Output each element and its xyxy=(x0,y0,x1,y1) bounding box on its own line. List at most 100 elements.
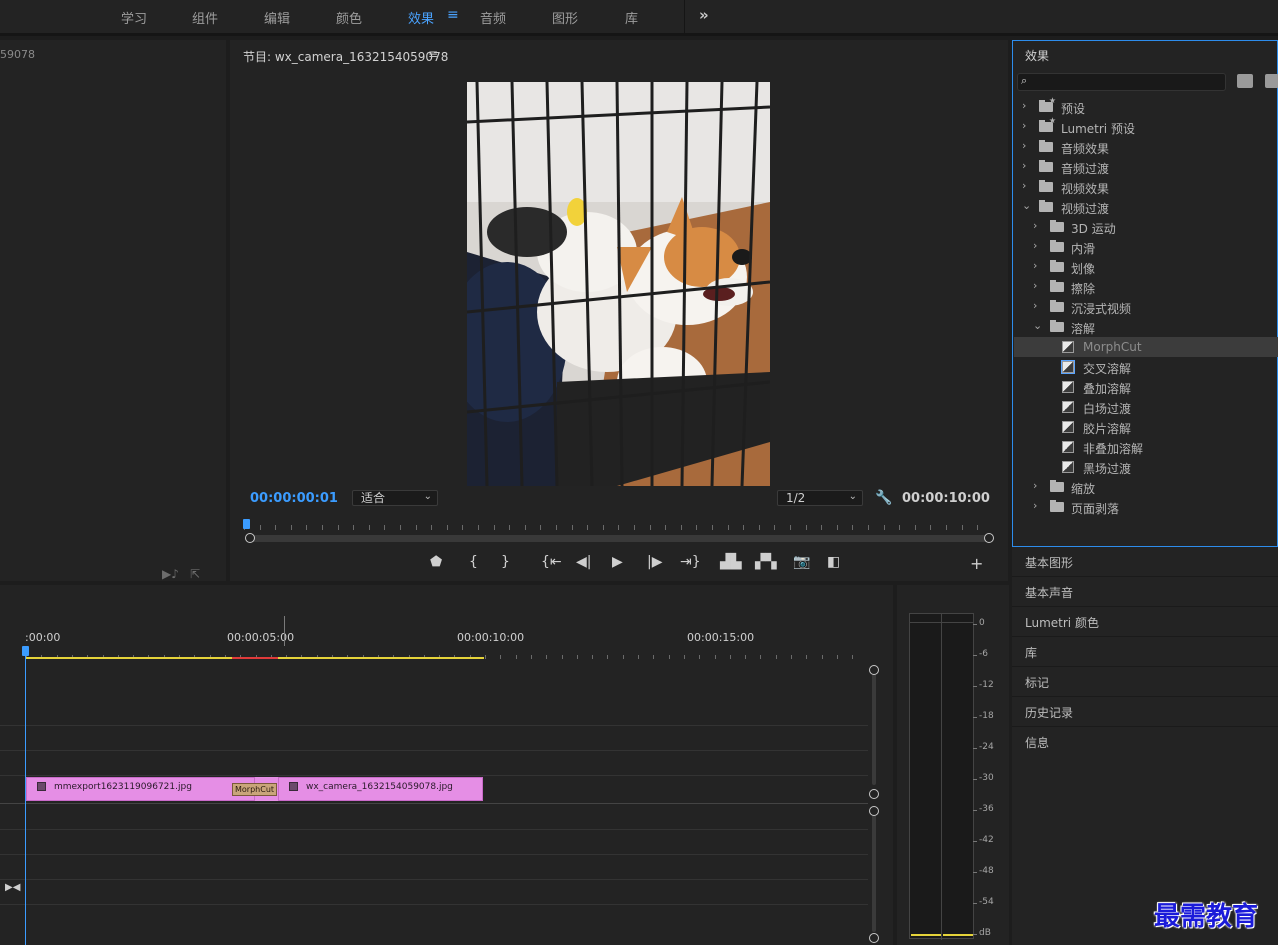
panel-essential-sound[interactable]: 基本声音 xyxy=(1012,577,1278,607)
effects-tree-item[interactable]: 白场过渡 xyxy=(1014,397,1278,417)
step-back-icon[interactable]: ◀| xyxy=(576,554,591,570)
go-to-out-icon[interactable]: ⇥} xyxy=(680,554,701,570)
step-forward-icon[interactable]: |▶ xyxy=(647,554,662,570)
32bit-effects-icon[interactable] xyxy=(1265,74,1278,88)
morphcut-transition[interactable]: MorphCut xyxy=(232,783,278,796)
workspace-tab-color[interactable]: 颜色 xyxy=(336,8,362,27)
effects-search-input[interactable] xyxy=(1017,73,1226,91)
effects-tree-item[interactable]: › 划像 xyxy=(1014,257,1278,277)
panel-essential-graphics[interactable]: 基本图形 xyxy=(1012,547,1278,577)
effects-tree-item[interactable]: 叠加溶解 xyxy=(1014,377,1278,397)
effects-tree-item[interactable]: 非叠加溶解 xyxy=(1014,437,1278,457)
chevron-right-icon[interactable]: › xyxy=(1033,279,1037,292)
mark-in-icon[interactable]: { xyxy=(469,554,478,570)
chevron-down-icon[interactable]: ⌄ xyxy=(1033,319,1042,332)
timeline-playhead[interactable] xyxy=(22,646,29,656)
effects-tree-label: 内滑 xyxy=(1071,242,1096,256)
program-zoom-scrollbar[interactable] xyxy=(248,535,990,542)
chevron-right-icon[interactable]: › xyxy=(1033,479,1037,492)
scrollbar-handle[interactable] xyxy=(869,933,879,943)
button-editor-plus-icon[interactable]: + xyxy=(970,556,983,572)
scrollbar-handle[interactable] xyxy=(869,806,879,816)
effects-tree-item[interactable]: 黑场过渡 xyxy=(1014,457,1278,477)
scrollbar-handle[interactable] xyxy=(869,665,879,675)
go-to-in-icon[interactable]: {⇤ xyxy=(541,554,562,570)
settings-wrench-icon[interactable]: 🔧 xyxy=(875,490,892,506)
chevron-right-icon[interactable]: › xyxy=(1033,299,1037,312)
workspace-menu-icon[interactable]: ≡ xyxy=(447,7,459,23)
effects-tree-item[interactable]: › 沉浸式视频 xyxy=(1014,297,1278,317)
panel-history[interactable]: 历史记录 xyxy=(1012,697,1278,727)
folder-icon xyxy=(1039,160,1053,172)
panel-markers[interactable]: 标记 xyxy=(1012,667,1278,697)
program-playhead[interactable] xyxy=(243,519,250,529)
chevron-right-icon[interactable]: › xyxy=(1033,239,1037,252)
play-icon[interactable]: ▶ xyxy=(612,554,623,570)
chevron-right-icon[interactable]: › xyxy=(1022,99,1026,112)
scrollbar-handle[interactable] xyxy=(869,789,879,799)
panel-label: 信息 xyxy=(1025,736,1050,750)
chevron-right-icon[interactable]: › xyxy=(1022,139,1026,152)
chevron-down-icon[interactable]: ⌄ xyxy=(1022,199,1031,212)
chevron-right-icon[interactable]: › xyxy=(1033,259,1037,272)
effects-tree-item[interactable]: › 3D 运动 xyxy=(1014,217,1278,237)
chevron-right-icon[interactable]: › xyxy=(1033,499,1037,512)
workspace-tab-learn[interactable]: 学习 xyxy=(121,8,147,27)
track-resize-icon[interactable]: ▶◀ xyxy=(5,882,20,893)
effects-tree-item[interactable]: › 预设 xyxy=(1014,96,1278,117)
effects-tree-item[interactable]: ⌄ 溶解 xyxy=(1014,317,1278,337)
chevron-right-icon[interactable]: › xyxy=(1033,219,1037,232)
chevron-right-icon[interactable]: › xyxy=(1022,159,1026,172)
folder-icon xyxy=(1050,240,1064,252)
effects-tree-item[interactable]: 交叉溶解 xyxy=(1014,357,1278,377)
program-panel-menu-icon[interactable]: ≡ xyxy=(428,47,438,61)
chevron-right-icon[interactable]: › xyxy=(1022,119,1026,132)
more-workspaces-icon[interactable]: » xyxy=(699,6,709,24)
workspace-tab-audio[interactable]: 音频 xyxy=(480,8,506,27)
zoom-level-select[interactable]: 适合 ⌄ xyxy=(352,490,438,506)
timeline-clip-wx-camera[interactable]: wx_camera_1632154059078.jpg xyxy=(278,777,483,801)
insert-audio-icon[interactable]: ▶♪ xyxy=(162,567,179,581)
scrollbar-track-audio[interactable] xyxy=(872,807,876,932)
timeline-vertical-scrollbar[interactable] xyxy=(869,665,879,943)
ruler-tick xyxy=(546,655,548,659)
panel-label: 基本图形 xyxy=(1025,556,1074,570)
db-label: dB xyxy=(979,928,991,938)
effects-tree-item[interactable]: › Lumetri 预设 xyxy=(1014,116,1278,137)
effects-tree-item[interactable]: › 缩放 xyxy=(1014,477,1278,497)
comparison-view-icon[interactable]: ◧ xyxy=(827,554,840,570)
chevron-right-icon[interactable]: › xyxy=(1022,179,1026,192)
effects-tree-item[interactable]: ⌄ 视频过渡 xyxy=(1014,197,1278,217)
timeline-clip-mmexport[interactable]: mmexport1623119096721.jpg xyxy=(26,777,255,801)
scrollbar-handle-left[interactable] xyxy=(245,533,255,543)
program-time-ruler[interactable] xyxy=(244,518,992,530)
db-label: -12 xyxy=(979,680,994,690)
effects-tree-item[interactable]: › 音频效果 xyxy=(1014,137,1278,157)
workspace-tab-graphics[interactable]: 图形 xyxy=(552,8,578,27)
workspace-tab-effects[interactable]: 效果 xyxy=(408,8,434,27)
effects-tree-item[interactable]: › 擦除 xyxy=(1014,277,1278,297)
lift-icon[interactable]: ▟▙ xyxy=(720,554,742,570)
effects-tree-item[interactable]: MorphCut xyxy=(1014,337,1278,357)
scrollbar-track-video[interactable] xyxy=(872,670,876,785)
export-icon[interactable]: ⇱ xyxy=(190,567,200,581)
accelerated-effects-icon[interactable] xyxy=(1237,74,1253,88)
workspace-tab-editing[interactable]: 编辑 xyxy=(264,8,290,27)
effects-tree-item[interactable]: › 页面剥落 xyxy=(1014,497,1278,517)
effects-tree-item[interactable]: › 视频效果 xyxy=(1014,177,1278,197)
panel-libraries[interactable]: 库 xyxy=(1012,637,1278,667)
workspace-tab-assembly[interactable]: 组件 xyxy=(192,8,218,27)
add-marker-icon[interactable]: ⬟ xyxy=(430,554,442,570)
scrollbar-handle-right[interactable] xyxy=(984,533,994,543)
export-frame-camera-icon[interactable]: 📷 xyxy=(793,554,810,570)
ruler-tick xyxy=(592,655,594,659)
panel-lumetri-color[interactable]: Lumetri 颜色 xyxy=(1012,607,1278,637)
mark-out-icon[interactable]: } xyxy=(501,554,510,570)
effects-tree-item[interactable]: › 内滑 xyxy=(1014,237,1278,257)
effects-tree-item[interactable]: › 音频过渡 xyxy=(1014,157,1278,177)
program-current-timecode[interactable]: 00:00:00:01 xyxy=(250,491,338,506)
playback-resolution-select[interactable]: 1/2 ⌄ xyxy=(777,490,863,506)
extract-icon[interactable]: ▞▚ xyxy=(755,554,777,570)
effects-tree-item[interactable]: 胶片溶解 xyxy=(1014,417,1278,437)
workspace-tab-libraries[interactable]: 库 xyxy=(625,8,638,27)
